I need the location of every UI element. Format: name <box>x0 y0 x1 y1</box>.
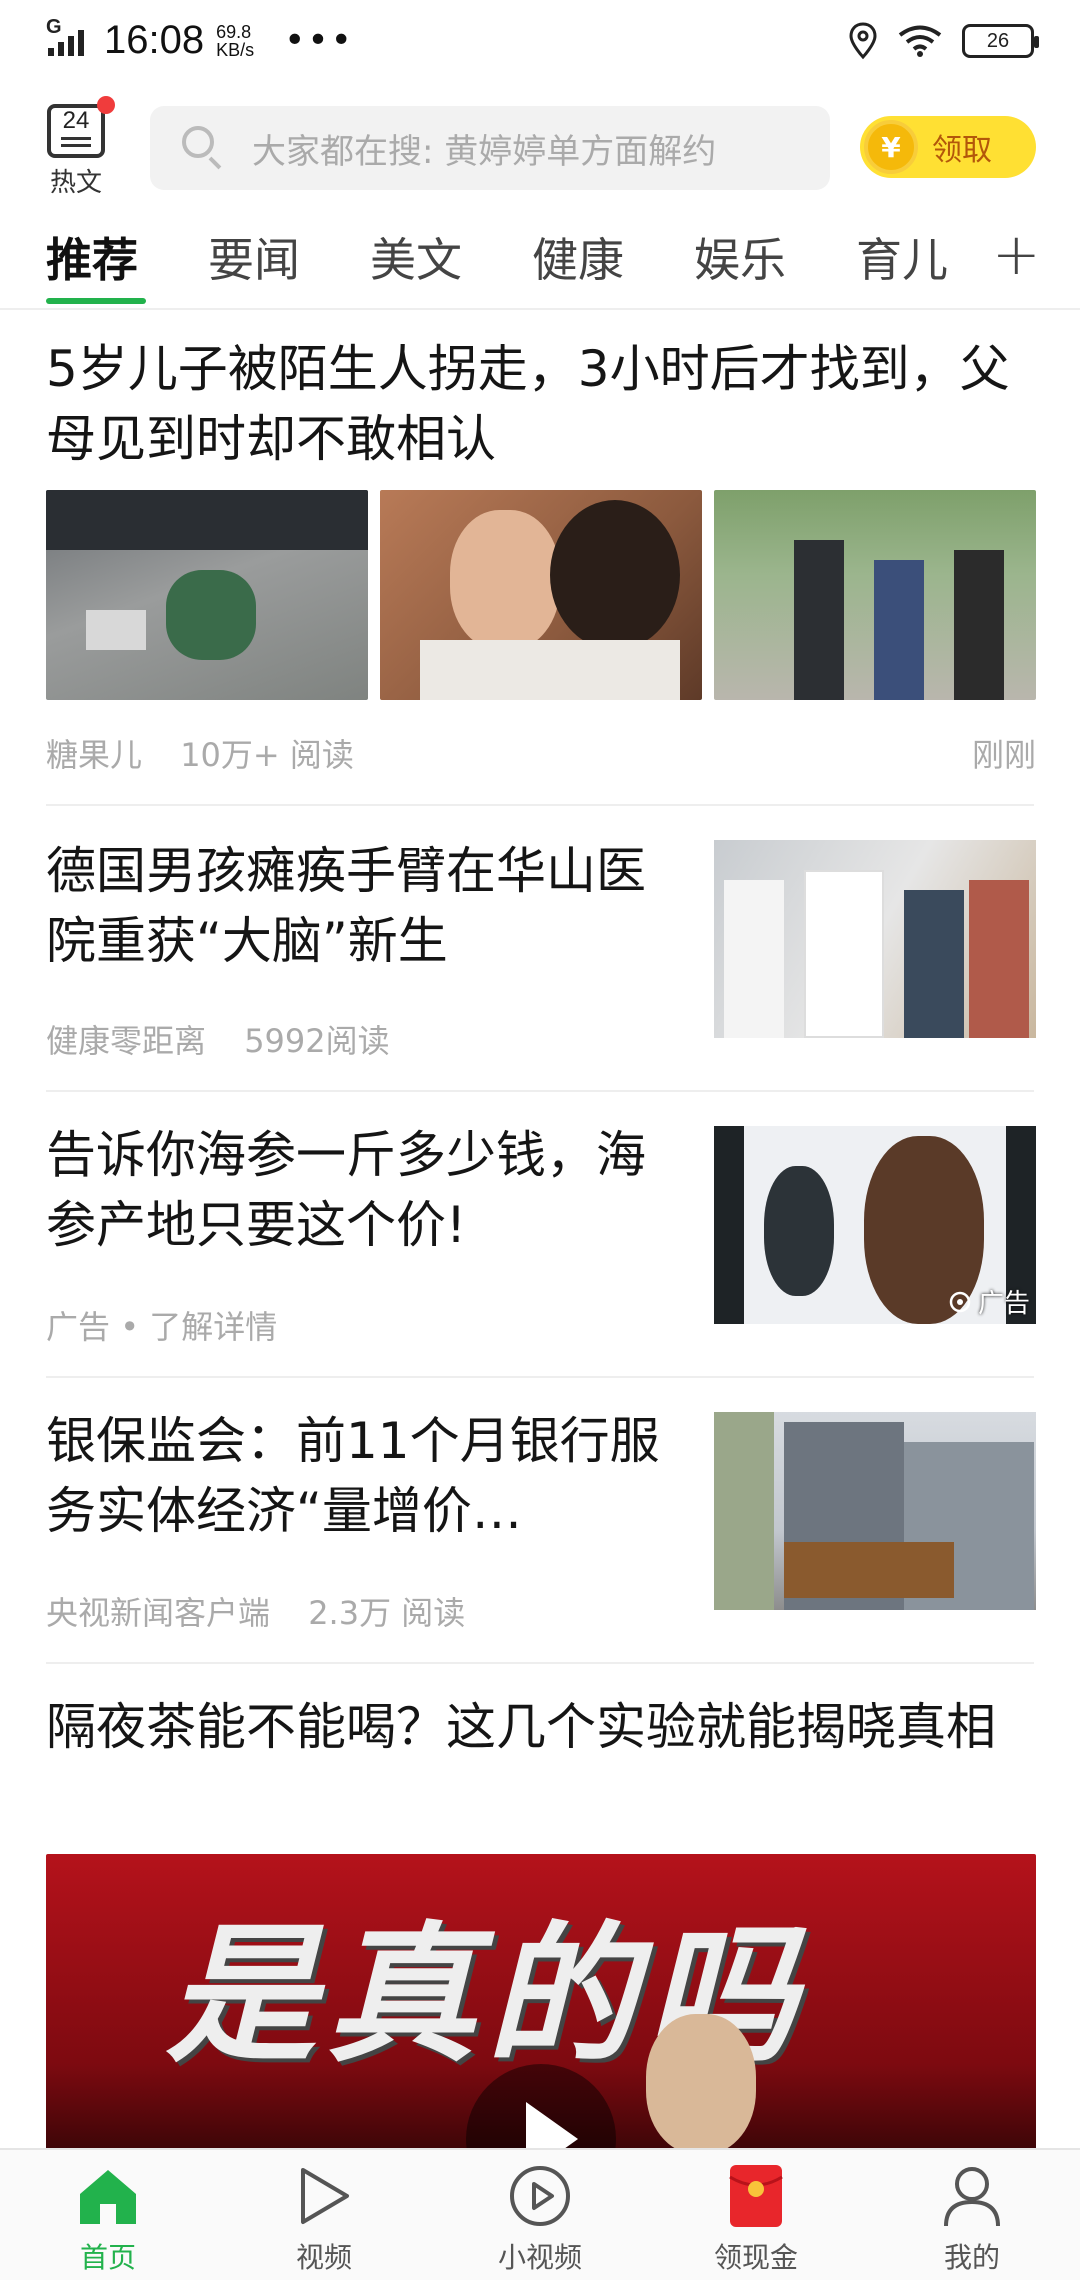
clock: 16:08 <box>104 18 205 62</box>
article-meta: 健康零距离 5992阅读 <box>46 1016 390 1062</box>
claim-label: 领取 <box>932 133 992 168</box>
nav-video[interactable]: 视频 <box>254 2160 394 2276</box>
learn-more-link[interactable]: 了解详情 <box>149 1308 277 1346</box>
status-left: G 16:08 69.8 KB/s ••• <box>46 16 354 63</box>
network-speed: 69.8 KB/s <box>216 21 255 60</box>
divider <box>46 1662 1034 1664</box>
article-image <box>380 490 702 700</box>
tab-health[interactable]: 健康 <box>532 224 624 290</box>
battery-icon: 26 <box>962 24 1039 58</box>
nav-small-video[interactable]: 小视频 <box>470 2160 610 2276</box>
tab-essays[interactable]: 美文 <box>370 224 462 290</box>
article-meta: 央视新闻客户端 2.3万 阅读 <box>46 1588 465 1634</box>
hot-articles-label: 热文 <box>49 168 102 198</box>
app-header: 24 热文 大家都在搜: 黄婷婷单方面解约 ¥ 领取 <box>0 96 1080 200</box>
article-image <box>714 490 1036 700</box>
article-title: 5岁儿子被陌生人拐走，3小时后才找到，父母见到时却不敢相认 <box>46 340 1010 468</box>
tab-recommend[interactable]: 推荐 <box>46 224 138 290</box>
play-button[interactable] <box>466 2064 616 2148</box>
article-reads: 2.3万 阅读 <box>308 1594 466 1632</box>
article-title: 告诉你海参一斤多少钱，海参产地只要这个价! <box>46 1126 646 1254</box>
article-meta: 广告 • 了解详情 <box>46 1308 278 1346</box>
article-thumbnail <box>714 1412 1036 1610</box>
tab-headlines[interactable]: 要闻 <box>208 224 300 290</box>
hot-articles-button[interactable]: 24 热文 <box>44 96 115 199</box>
divider <box>46 804 1034 806</box>
article-time: 刚刚 <box>971 736 1036 774</box>
article-source: 健康零距离 <box>46 1022 207 1060</box>
calendar-icon: 24 <box>47 96 115 158</box>
home-icon <box>38 2160 178 2232</box>
status-right: 26 <box>848 22 1039 60</box>
notification-dot <box>97 96 115 114</box>
ad-label: 广告 <box>46 1308 111 1346</box>
search-bar[interactable]: 大家都在搜: 黄婷婷单方面解约 <box>150 106 830 190</box>
wifi-icon <box>898 25 942 57</box>
claim-coin-button[interactable]: ¥ 领取 <box>860 116 1036 178</box>
battery-level: 26 <box>986 29 1010 52</box>
add-tab-icon[interactable]: + <box>992 220 1041 288</box>
divider <box>46 1376 1034 1378</box>
more-notifications-icon: ••• <box>284 20 354 61</box>
article-thumbnail: 广告 <box>714 1126 1036 1324</box>
ad-target-icon <box>949 1291 971 1312</box>
news-feed: 5岁儿子被陌生人拐走，3小时后才找到，父母见到时却不敢相认 糖果儿 10万+ 阅… <box>0 312 1080 2148</box>
nav-earn-cash[interactable]: 领现金 <box>686 2160 826 2276</box>
play-icon <box>526 2102 578 2148</box>
signal-icon: G <box>46 16 92 56</box>
video-thumbnail[interactable]: 是真的吗 <box>46 1854 1036 2148</box>
small-video-icon <box>470 2160 610 2232</box>
article-title: 银保监会：前11个月银行服务实体经济“量增价… <box>46 1412 660 1540</box>
nav-profile[interactable]: 我的 <box>902 2160 1042 2276</box>
tab-entertainment[interactable]: 娱乐 <box>694 224 786 290</box>
article-source: 央视新闻客户端 <box>46 1594 271 1632</box>
play-icon <box>254 2160 394 2232</box>
search-icon <box>178 122 230 174</box>
tab-parenting[interactable]: 育儿 <box>856 224 948 290</box>
article-thumbnail <box>714 840 1036 1038</box>
bottom-navigation: 首页 视频 小视频 领现金 我的 <box>0 2148 1080 2280</box>
article-title: 德国男孩瘫痪手臂在华山医院重获“大脑”新生 <box>46 842 646 970</box>
divider <box>46 1090 1034 1092</box>
article-title: 隔夜茶能不能喝？这几个实验就能揭晓真相 <box>46 1698 996 1756</box>
nav-home[interactable]: 首页 <box>38 2160 178 2276</box>
article-reads: 5992阅读 <box>244 1022 390 1060</box>
red-envelope-icon <box>686 2160 826 2232</box>
article-source: 糖果儿 <box>46 736 143 774</box>
article-reads: 10万+ 阅读 <box>180 736 354 774</box>
coin-icon: ¥ <box>864 120 918 174</box>
status-bar: G 16:08 69.8 KB/s ••• 26 <box>0 0 1080 86</box>
article-image <box>46 490 368 700</box>
profile-icon <box>902 2160 1042 2232</box>
article-meta: 糖果儿 10万+ 阅读 <box>46 730 354 776</box>
ad-badge: 广告 <box>948 1283 1030 1320</box>
active-tab-indicator <box>46 298 146 304</box>
location-icon <box>849 22 877 60</box>
category-tabs: 推荐 要闻 美文 健康 娱乐 育儿 + <box>0 214 1080 310</box>
search-placeholder: 大家都在搜: 黄婷婷单方面解约 <box>252 131 717 172</box>
